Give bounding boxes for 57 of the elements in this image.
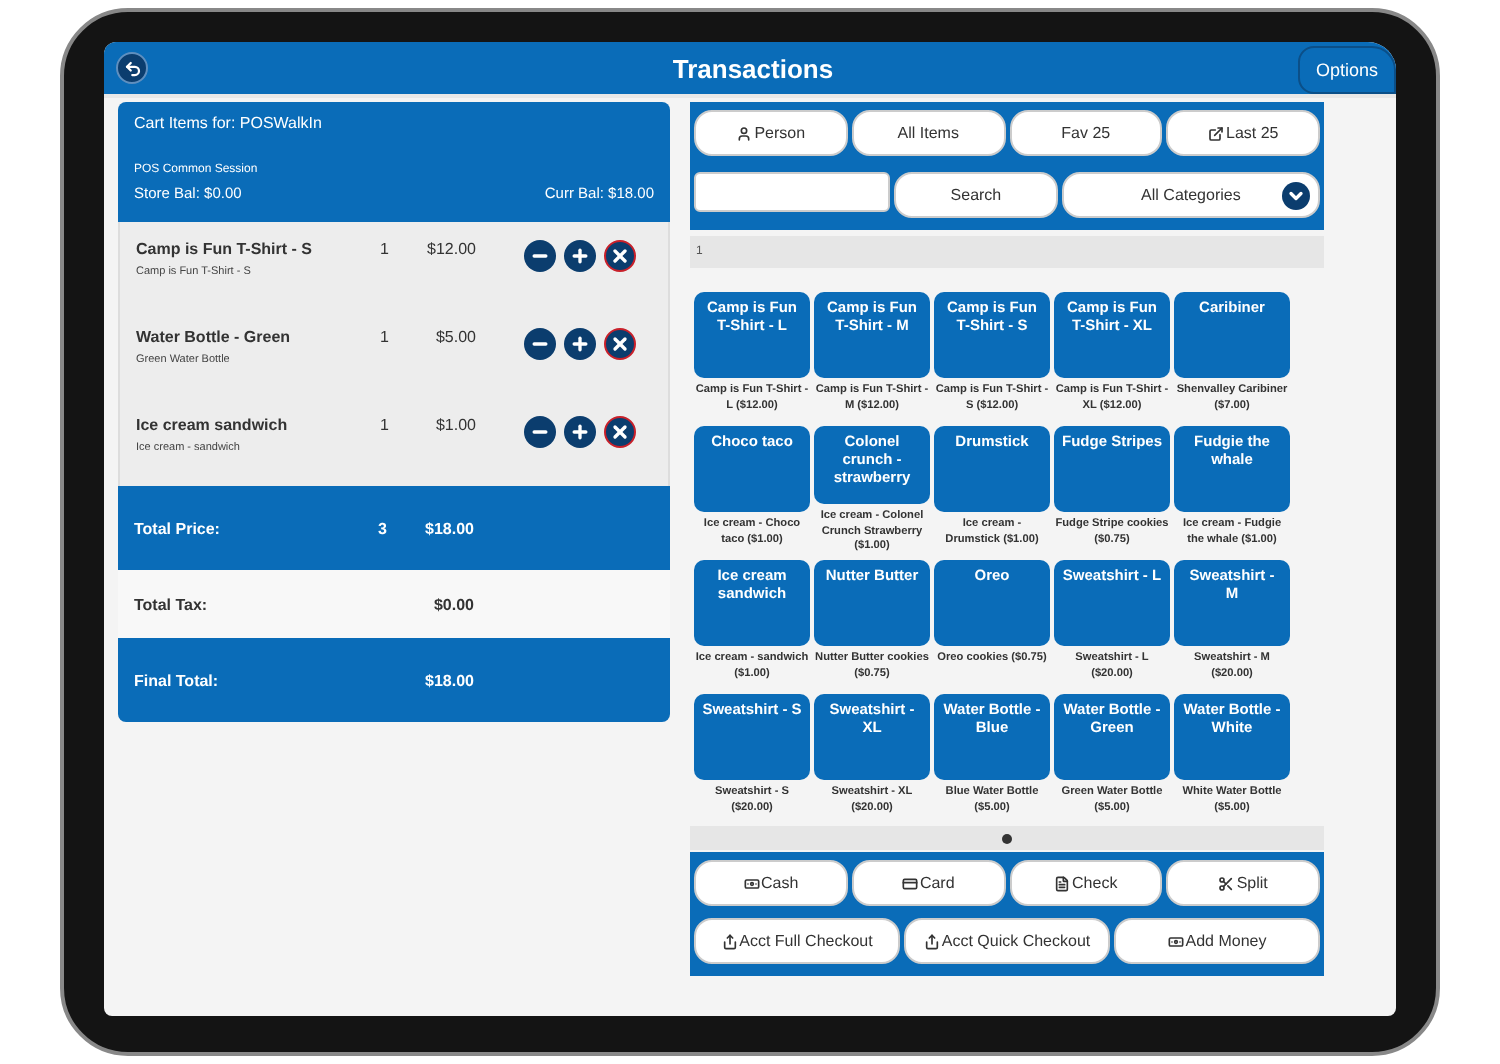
- remove-button[interactable]: [604, 416, 636, 448]
- item-price: $12.00: [425, 240, 476, 258]
- card-icon: [901, 875, 918, 891]
- item-name: Camp is Fun T-Shirt - S: [136, 240, 315, 258]
- cash-icon: [743, 875, 760, 891]
- increase-button[interactable]: [564, 416, 596, 448]
- remove-button[interactable]: [604, 240, 636, 272]
- total-quantity: 3: [378, 519, 389, 537]
- increase-button[interactable]: [564, 328, 596, 360]
- remove-button[interactable]: [604, 328, 636, 360]
- payment-button[interactable]: Add Money: [1114, 918, 1320, 964]
- total-amount: $0.00: [431, 595, 474, 613]
- total-label: Total Price:: [134, 519, 222, 537]
- search-button[interactable]: Search: [894, 172, 1058, 218]
- back-icon: [123, 59, 141, 77]
- total-amount: $18.00: [423, 671, 474, 689]
- decrease-button[interactable]: [524, 328, 556, 360]
- cart-title: Cart Items for: POSWalkIn: [134, 114, 324, 132]
- filter-button[interactable]: All Items: [851, 110, 1005, 156]
- filter-button[interactable]: Fav 25: [1009, 110, 1163, 156]
- payment-button[interactable]: Acct Full Checkout: [694, 918, 900, 964]
- item-quantity: 1: [380, 240, 391, 258]
- increase-button[interactable]: [564, 240, 596, 272]
- total-label: Total Tax:: [134, 595, 210, 613]
- item-price: $5.00: [433, 328, 476, 346]
- decrease-button[interactable]: [524, 240, 556, 272]
- total-label: Final Total:: [134, 671, 221, 689]
- payment-button[interactable]: Split: [1166, 860, 1320, 906]
- plus-icon: [570, 422, 590, 442]
- search-field[interactable]: [694, 172, 890, 212]
- chevron-down-icon: [1282, 182, 1310, 210]
- close-icon: [610, 422, 630, 442]
- total-amount: $18.00: [423, 519, 474, 537]
- category-dropdown[interactable]: All Categories: [1061, 172, 1320, 218]
- close-icon: [610, 246, 630, 266]
- filter-button[interactable]: Person: [694, 110, 848, 156]
- cash-icon: [1167, 933, 1184, 949]
- plus-icon: [570, 246, 590, 266]
- back-button[interactable]: [116, 52, 148, 84]
- payment-button[interactable]: Card: [851, 860, 1005, 906]
- plus-icon: [570, 334, 590, 354]
- decrease-button[interactable]: [524, 416, 556, 448]
- item-price: $1.00: [433, 416, 476, 434]
- page-title: Transactions: [670, 53, 836, 83]
- payment-button[interactable]: Acct Quick Checkout: [904, 918, 1110, 964]
- page-dot[interactable]: [1002, 833, 1012, 843]
- payment-button[interactable]: Cash: [694, 860, 848, 906]
- external-icon: [1208, 125, 1224, 141]
- filter-button[interactable]: Last 25: [1166, 110, 1320, 156]
- options-button[interactable]: Options: [1297, 46, 1396, 94]
- item-name: Ice cream sandwich: [136, 416, 290, 434]
- payment-button[interactable]: Check: [1009, 860, 1163, 906]
- close-icon: [610, 334, 630, 354]
- item-quantity: 1: [380, 416, 391, 434]
- item-name: Water Bottle - Green: [136, 328, 293, 346]
- item-quantity: 1: [380, 328, 391, 346]
- person-icon: [736, 125, 753, 141]
